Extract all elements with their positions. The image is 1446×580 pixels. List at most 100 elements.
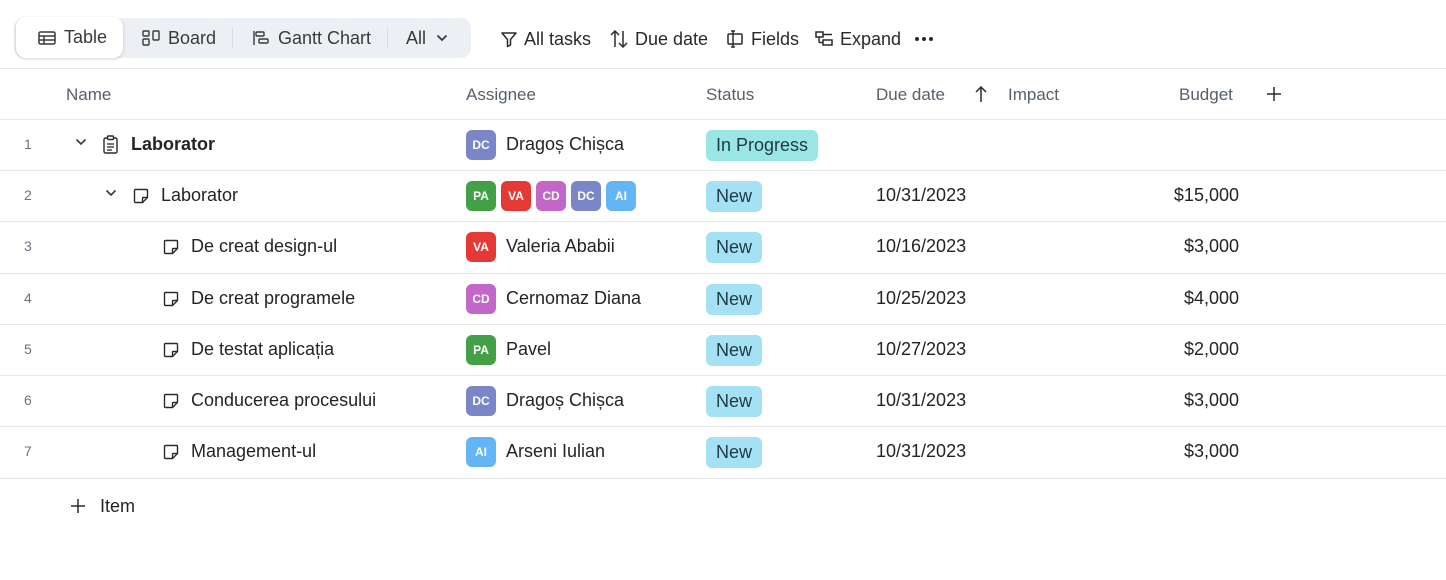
task-name[interactable]: Conducerea procesului: [191, 390, 376, 411]
view-tab-label: Board: [168, 27, 217, 48]
add-item-label: Item: [100, 495, 136, 516]
table-row[interactable]: 5 De testat aplicația PA Pavel New 10/27…: [0, 325, 1446, 376]
row-number: 3: [24, 238, 32, 254]
status-badge[interactable]: New: [706, 284, 763, 315]
toolbar: Table Board Gantt Chart All All tasks Du…: [0, 0, 1446, 68]
chevron-down-icon[interactable]: [105, 189, 117, 197]
add-item-button[interactable]: Item: [70, 494, 135, 518]
avatar[interactable]: AI: [466, 437, 496, 467]
due-date[interactable]: 10/31/2023: [876, 390, 966, 411]
add-column-icon[interactable]: [1266, 86, 1282, 102]
status-badge[interactable]: New: [706, 232, 763, 263]
avatar[interactable]: AI: [606, 181, 636, 211]
table-row[interactable]: 4 De creat programele CD Cernomaz Diana …: [0, 274, 1446, 325]
table-row[interactable]: 7 Management-ul AI Arseni Iulian New 10/…: [0, 427, 1446, 478]
avatar-initials: CD: [542, 189, 560, 203]
status-badge[interactable]: New: [706, 181, 763, 212]
status-badge[interactable]: New: [706, 437, 763, 468]
divider: [0, 68, 1446, 69]
task-name[interactable]: De creat design-ul: [191, 236, 337, 257]
row-number: 2: [24, 187, 32, 203]
sort-ascending-icon[interactable]: [974, 85, 988, 103]
assignee-name: Dragoș Chișca: [506, 134, 625, 154]
status-badge[interactable]: New: [706, 335, 763, 366]
note-icon: [163, 342, 179, 358]
row-number: 6: [24, 392, 32, 408]
expand-button[interactable]: Expand: [814, 26, 901, 52]
budget-value[interactable]: $3,000: [1184, 390, 1239, 411]
expand-icon: [815, 31, 833, 46]
row-number: 5: [24, 341, 32, 357]
column-header-impact[interactable]: Impact: [1008, 84, 1059, 106]
assignee-name: Arseni Iulian: [506, 441, 606, 461]
more-options-button[interactable]: [914, 26, 940, 52]
task-name[interactable]: De testat aplicația: [191, 339, 334, 360]
note-icon: [163, 239, 179, 255]
due-date[interactable]: 10/16/2023: [876, 236, 966, 257]
status-badge[interactable]: New: [706, 386, 763, 417]
table-row[interactable]: 6 Conducerea procesului DC Dragoș Chișca…: [0, 376, 1446, 427]
column-header-budget[interactable]: Budget: [1179, 84, 1233, 106]
assignee-name: Pavel: [506, 339, 552, 359]
board-icon: [142, 30, 160, 46]
avatar[interactable]: DC: [571, 181, 601, 211]
column-header-status[interactable]: Status: [706, 84, 754, 106]
avatar[interactable]: CD: [466, 284, 496, 314]
view-tab-gantt[interactable]: Gantt Chart: [252, 18, 371, 58]
chevron-down-icon[interactable]: [75, 138, 87, 146]
filter-dropdown[interactable]: All: [406, 18, 448, 58]
avatar[interactable]: VA: [501, 181, 531, 211]
assignee-name: Cernomaz Diana: [506, 288, 642, 308]
divider: [232, 28, 233, 48]
due-date[interactable]: 10/25/2023: [876, 288, 966, 309]
plus-icon: [71, 499, 85, 513]
note-icon: [163, 444, 179, 460]
task-name[interactable]: Laborator: [131, 134, 215, 155]
avatar-initials: VA: [508, 189, 524, 203]
all-tasks-filter-button[interactable]: All tasks: [500, 26, 591, 52]
status-badge[interactable]: In Progress: [706, 130, 819, 161]
task-name[interactable]: Laborator: [161, 185, 238, 206]
filter-icon: [501, 32, 517, 48]
sort-icon: [610, 29, 628, 49]
task-name[interactable]: De creat programele: [191, 288, 355, 309]
avatar-initials: AI: [475, 445, 487, 459]
note-icon: [163, 393, 179, 409]
view-tab-table[interactable]: Table: [16, 17, 123, 58]
assignee-name: Dragoș Chișca: [506, 390, 625, 410]
due-date[interactable]: 10/31/2023: [876, 441, 966, 462]
budget-value[interactable]: $15,000: [1174, 185, 1239, 206]
avatar[interactable]: PA: [466, 335, 496, 365]
task-name[interactable]: Management-ul: [191, 441, 316, 462]
table-row[interactable]: 1 Laborator DC Dragoș Chișca In Progress: [0, 120, 1446, 171]
note-icon: [133, 188, 149, 204]
avatar[interactable]: VA: [466, 232, 496, 262]
avatar[interactable]: PA: [466, 181, 496, 211]
view-switcher: Table Board Gantt Chart All: [14, 17, 471, 58]
view-tab-board[interactable]: Board: [142, 18, 216, 58]
avatar-initials: VA: [473, 240, 489, 254]
filter-dropdown-label: All: [406, 27, 427, 48]
fields-icon: [727, 30, 743, 48]
due-date[interactable]: 10/27/2023: [876, 339, 966, 360]
avatar[interactable]: DC: [466, 130, 496, 160]
sort-label: Due date: [635, 28, 709, 49]
sort-due-date-button[interactable]: Due date: [609, 26, 708, 52]
avatar[interactable]: CD: [536, 181, 566, 211]
table-row[interactable]: 2 Laborator PA VA CD DC AI New 10/31/202…: [0, 171, 1446, 222]
fields-label: Fields: [751, 28, 800, 49]
avatar-initials: DC: [472, 138, 490, 152]
budget-value[interactable]: $3,000: [1184, 236, 1239, 257]
budget-value[interactable]: $4,000: [1184, 288, 1239, 309]
column-header-assignee[interactable]: Assignee: [466, 84, 536, 106]
avatar[interactable]: DC: [466, 386, 496, 416]
due-date[interactable]: 10/31/2023: [876, 185, 966, 206]
budget-value[interactable]: $3,000: [1184, 441, 1239, 462]
column-header-due-date[interactable]: Due date: [876, 84, 945, 106]
column-header-name[interactable]: Name: [66, 84, 111, 106]
assignee-name: Valeria Ababii: [506, 236, 615, 256]
fields-button[interactable]: Fields: [725, 26, 799, 52]
gantt-icon: [253, 31, 269, 45]
budget-value[interactable]: $2,000: [1184, 339, 1239, 360]
table-row[interactable]: 3 De creat design-ul VA Valeria Ababii N…: [0, 222, 1446, 273]
